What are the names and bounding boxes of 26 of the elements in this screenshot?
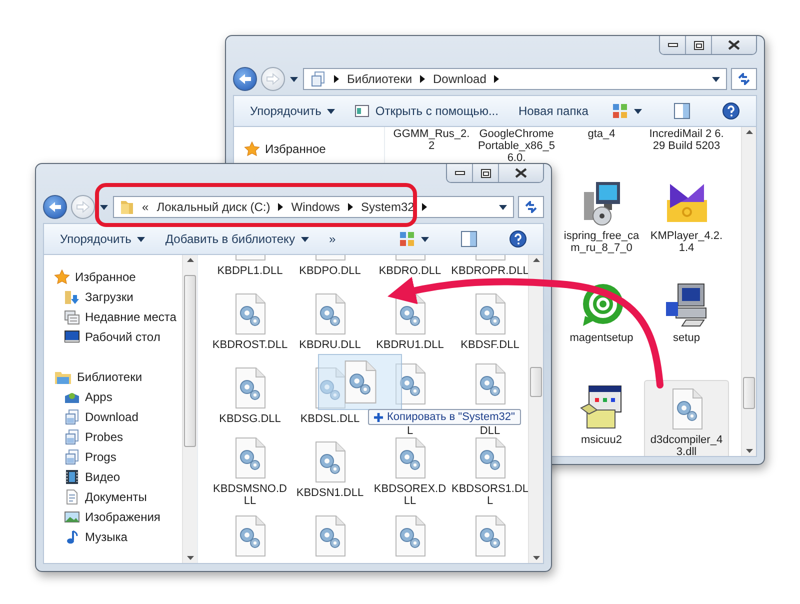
file-name: IncrediMail 2 6.29 Build 5203: [648, 128, 725, 152]
file-name: KBDSOREX.DLL: [372, 483, 448, 507]
file-name: KBDRU.DLL: [298, 339, 362, 351]
tooltip-text: Копировать в "System32": [387, 411, 515, 423]
file-name: msicuu2: [580, 434, 623, 446]
file-name: L: [406, 425, 414, 437]
file-name: KBDRU1.DLL: [375, 339, 445, 351]
file-name: KBDSG.DLL: [218, 413, 282, 425]
file-name: KBDRO.DLL: [378, 265, 442, 277]
file-name: KBDSORS1.DLL: [451, 483, 528, 507]
file-name: DLL: [478, 425, 502, 437]
file-name: KBDSMSNO.DLL: [212, 483, 288, 507]
file-name: d3dcompiler_43.dll: [649, 434, 724, 456]
file-name: magentsetup: [568, 332, 634, 344]
file-name: KBDPO.DLL: [298, 265, 362, 277]
file-name: gta_4: [586, 128, 616, 140]
file-name: KBDSN1.DLL: [295, 487, 365, 499]
file-name: KBDPL1.DLL: [216, 265, 284, 277]
file-name: KBDSL.DLL: [299, 413, 361, 425]
file-name: GGMM_Rus_2.2: [392, 128, 470, 152]
file-name: KBDSF.DLL: [460, 339, 520, 351]
file-name: KBDROST.DLL: [211, 339, 289, 351]
file-name: ispring_free_cam_ru_8_7_0: [562, 230, 640, 254]
file-name: KMPlayer_4.2.1.4: [649, 230, 724, 254]
file-name: GoogleChromePortable_x86_56.0.: [478, 128, 556, 164]
file-name: setup: [672, 332, 701, 344]
